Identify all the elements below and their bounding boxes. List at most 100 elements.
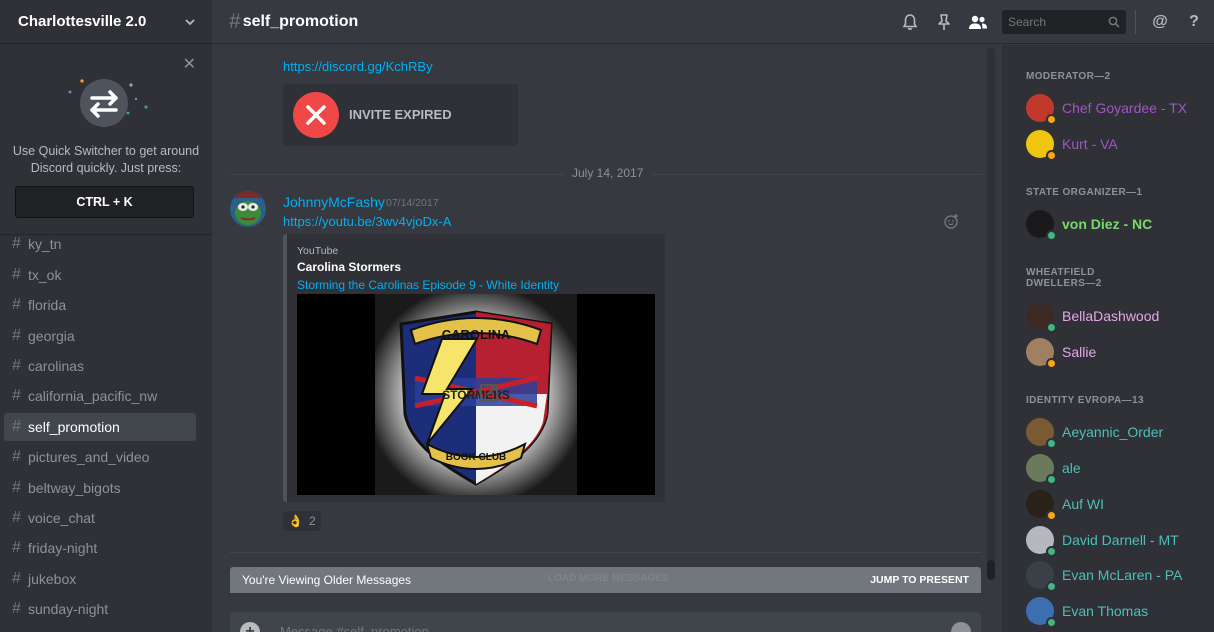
- add-reaction-icon[interactable]: [944, 213, 960, 229]
- member-name: Aeyannic_Order: [1062, 424, 1164, 440]
- help-icon[interactable]: ?: [1184, 12, 1204, 32]
- member-chef-goyardee[interactable]: Chef Goyardee - TX: [1026, 93, 1211, 125]
- message-composer[interactable]: + Message #self_promotion: [230, 612, 981, 632]
- pin-icon[interactable]: [934, 12, 954, 32]
- channel-california_pacific_nw[interactable]: # california_pacific_nw: [4, 382, 196, 410]
- channel-friday-night[interactable]: # friday-night: [4, 534, 196, 562]
- online-status-icon: [1046, 474, 1057, 485]
- channel-voice_chat[interactable]: # voice_chat: [4, 504, 196, 532]
- hash-icon: #: [12, 265, 21, 283]
- channel-georgia[interactable]: # georgia: [4, 322, 196, 350]
- avatar: [1026, 454, 1057, 485]
- quick-switcher-tip: ✕ Use Quick Switcher to get around Disco…: [0, 45, 212, 235]
- mentions-icon[interactable]: @: [1150, 12, 1170, 32]
- video-thumbnail[interactable]: CAROLINA STORMERS BOOK CLUB: [297, 294, 655, 495]
- member-von-diez[interactable]: von Diez - NC: [1026, 209, 1211, 241]
- reaction-count: 2: [308, 514, 316, 528]
- hash-icon: #: [12, 356, 21, 374]
- member-evan-thomas[interactable]: Evan Thomas: [1026, 596, 1211, 628]
- hash-icon: #: [12, 569, 21, 587]
- member-name: Chef Goyardee - TX: [1062, 100, 1188, 116]
- channel-name: voice_chat: [28, 509, 95, 526]
- channel-title: self_promotion: [242, 12, 359, 30]
- embed-author[interactable]: Carolina Stormers: [297, 260, 401, 274]
- channel-self_promotion[interactable]: # self_promotion: [4, 412, 196, 441]
- channel-carolinas[interactable]: # carolinas: [4, 352, 196, 380]
- quick-switcher-shortcut[interactable]: CTRL + K: [15, 186, 194, 218]
- channel-name: california_pacific_nw: [28, 388, 158, 405]
- badge-mid-text: STORMERS: [442, 388, 510, 402]
- message-input[interactable]: Message #self_promotion: [280, 624, 429, 632]
- avatar: [1026, 302, 1057, 333]
- channel-name: carolinas: [28, 357, 85, 374]
- member-aeyannic-order[interactable]: Aeyannic_Order: [1026, 417, 1211, 449]
- hash-icon: #: [12, 326, 21, 344]
- header-toolbar: Search @ ?: [886, 0, 1214, 44]
- chat-scrollbar[interactable]: [987, 48, 995, 580]
- avatar: [1026, 490, 1057, 521]
- reaction-ok-hand[interactable]: 👌 2: [283, 511, 321, 531]
- channel-jukebox[interactable]: # jukebox: [4, 565, 196, 593]
- message-author[interactable]: JohnnyMcFashy: [283, 194, 385, 210]
- member-belladashwood[interactable]: BellaDashwood: [1026, 301, 1211, 333]
- member-ale[interactable]: ale: [1026, 453, 1211, 485]
- hash-icon: #: [12, 508, 21, 526]
- server-header[interactable]: Charlottesville 2.0: [0, 0, 212, 44]
- member-name: David Darnell - MT: [1062, 532, 1179, 548]
- member-evan-mclaren[interactable]: Evan McLaren - PA: [1026, 560, 1211, 592]
- channel-tx_ok[interactable]: # tx_ok: [4, 261, 196, 289]
- member-kurt-va[interactable]: Kurt - VA: [1026, 129, 1211, 161]
- older-messages-bar: You're Viewing Older Messages LOAD MORE …: [230, 567, 981, 593]
- channel-name: ky_tn: [28, 236, 62, 253]
- channel-list: # ky_tn # tx_ok # florida # georgia # carolin…: [0, 228, 212, 623]
- channel-name: beltway_bigots: [28, 479, 121, 496]
- member-name: Kurt - VA: [1062, 136, 1118, 152]
- avatar: [1026, 210, 1057, 241]
- invite-link[interactable]: https://discord.gg/KchRBy: [283, 59, 433, 74]
- channel-ky_tn[interactable]: # ky_tn: [4, 230, 196, 258]
- chevron-down-icon: [185, 18, 195, 25]
- embed-title[interactable]: Storming the Carolinas Episode 9 - White…: [297, 278, 559, 292]
- channel-pictures_and_video[interactable]: # pictures_and_video: [4, 443, 196, 471]
- error-icon: [293, 92, 339, 138]
- avatar: [1026, 526, 1057, 557]
- search-input[interactable]: Search: [1002, 10, 1126, 34]
- member-name: Auf WI: [1062, 496, 1105, 512]
- channel-header: # self_promotion Search @ ?: [212, 0, 1214, 44]
- emoji-picker-icon[interactable]: [951, 622, 971, 632]
- members-icon[interactable]: [968, 12, 988, 32]
- channel-florida[interactable]: # florida: [4, 291, 196, 319]
- search-placeholder: Search: [1008, 15, 1047, 29]
- avatar: [1026, 561, 1057, 592]
- member-sallie[interactable]: Sallie: [1026, 337, 1211, 369]
- hash-icon: #: [12, 235, 21, 253]
- bell-icon[interactable]: [900, 12, 920, 32]
- channel-beltway_bigots[interactable]: # beltway_bigots: [4, 474, 196, 502]
- role-header-moderator: MODERATOR—2: [1026, 71, 1111, 82]
- member-david-darnell[interactable]: David Darnell - MT: [1026, 525, 1211, 557]
- avatar[interactable]: [230, 191, 266, 227]
- quick-switcher-icon: [68, 79, 148, 127]
- idle-status-icon: [1046, 358, 1057, 369]
- member-name: BellaDashwood: [1062, 308, 1160, 324]
- youtube-link[interactable]: https://youtu.be/3wv4vjoDx-A: [283, 214, 451, 229]
- member-name: Evan McLaren - PA: [1062, 567, 1183, 583]
- upload-plus-icon[interactable]: +: [240, 622, 260, 632]
- channel-name: self_promotion: [28, 418, 120, 435]
- close-icon[interactable]: ✕: [183, 57, 196, 73]
- jump-to-present-button[interactable]: JUMP TO PRESENT: [870, 574, 969, 586]
- channel-name: friday-night: [28, 540, 98, 557]
- member-auf-wi[interactable]: Auf WI: [1026, 489, 1211, 521]
- scrollbar-thumb[interactable]: [987, 560, 995, 580]
- member-name: Evan Thomas: [1062, 603, 1149, 619]
- ok-hand-icon: 👌: [288, 514, 303, 528]
- avatar: [1026, 94, 1057, 125]
- load-more-button[interactable]: LOAD MORE MESSAGES: [548, 573, 669, 584]
- channel-name: georgia: [28, 327, 75, 344]
- channel-name: tx_ok: [28, 266, 62, 283]
- idle-status-icon: [1046, 150, 1057, 161]
- embed-provider: YouTube: [297, 245, 339, 257]
- online-status-icon: [1046, 438, 1057, 449]
- channel-sunday-night[interactable]: # sunday-night: [4, 595, 196, 623]
- role-header-wheatfield-dwellers: WHEATFIELD DWELLERS—2: [1026, 267, 1102, 289]
